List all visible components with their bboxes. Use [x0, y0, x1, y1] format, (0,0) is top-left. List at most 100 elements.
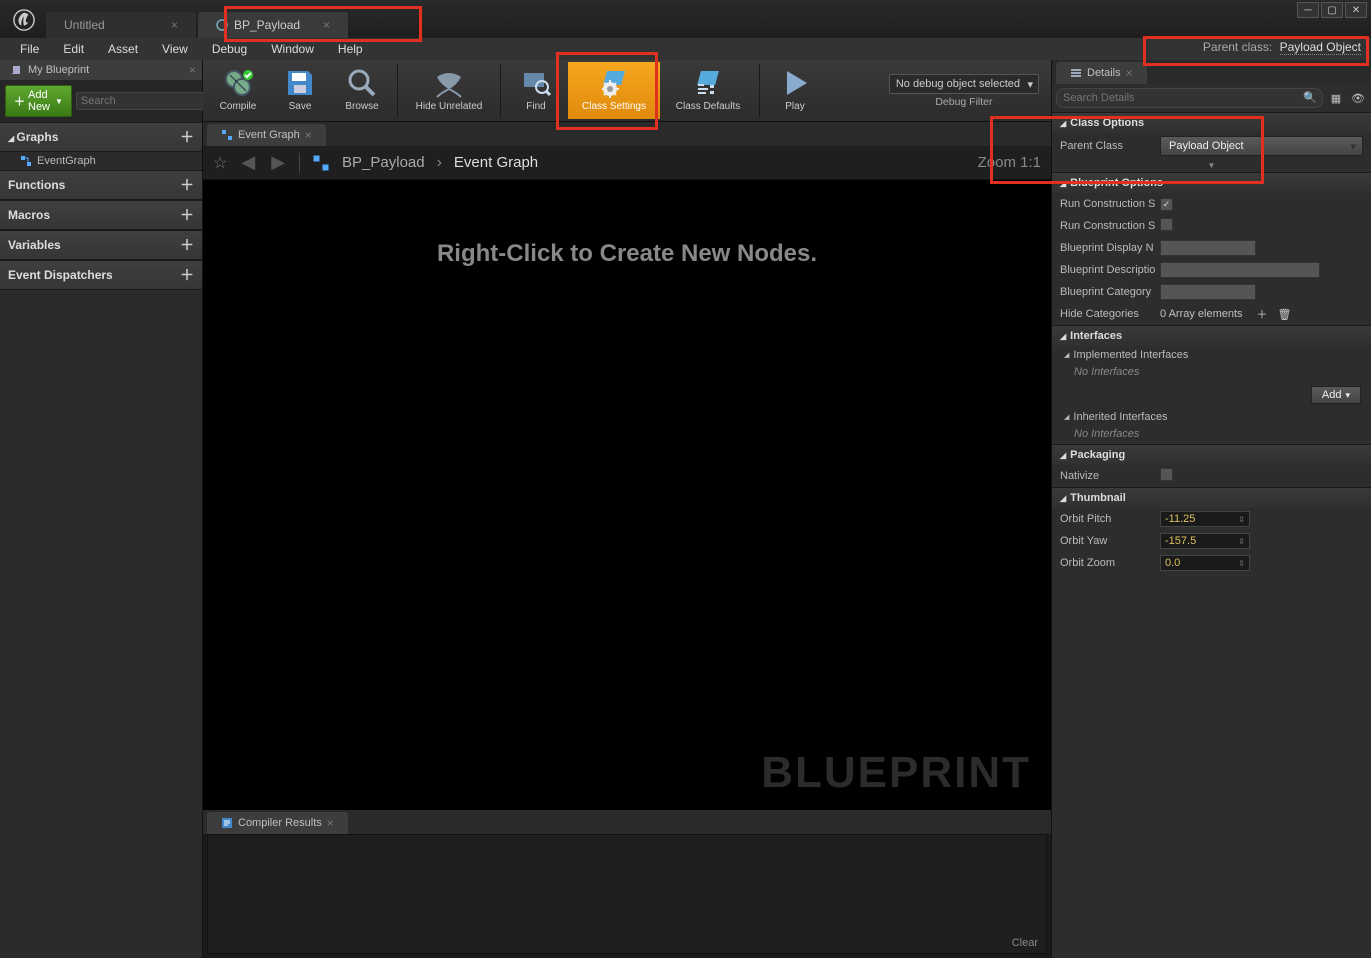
- orbit-yaw-input[interactable]: -157.5⇳: [1160, 533, 1250, 549]
- maximize-button[interactable]: ▢: [1321, 2, 1343, 18]
- add-macro-button[interactable]: ＋: [180, 205, 194, 225]
- display-name-input[interactable]: [1160, 240, 1256, 256]
- details-tab[interactable]: Details ×: [1056, 62, 1147, 84]
- graph-icon: [20, 155, 32, 167]
- panel-title: My Blueprint: [28, 64, 89, 76]
- array-add-button[interactable]: ＋: [1257, 306, 1268, 322]
- details-search-input[interactable]: [1056, 88, 1323, 108]
- window-tab-untitled[interactable]: Untitled ×: [46, 12, 196, 38]
- add-function-button[interactable]: ＋: [180, 175, 194, 195]
- minimize-button[interactable]: ─: [1297, 2, 1319, 18]
- hide-unrelated-icon: [433, 67, 465, 99]
- thumbnail-header[interactable]: ◢Thumbnail: [1052, 487, 1371, 508]
- class-settings-button[interactable]: Class Settings: [568, 62, 660, 119]
- graphs-section[interactable]: ◢ Graphs ＋: [0, 122, 202, 152]
- my-blueprint-tab[interactable]: My Blueprint ×: [0, 60, 202, 80]
- menu-file[interactable]: File: [8, 39, 51, 59]
- eventgraph-item[interactable]: EventGraph: [0, 152, 202, 170]
- play-icon: [779, 67, 811, 99]
- unreal-logo-icon: [12, 8, 36, 32]
- compiler-results-tab[interactable]: Compiler Results ×: [207, 812, 348, 834]
- blueprint-icon: [216, 19, 228, 31]
- center-panel: Compile Save Browse Hide Unrelated Find: [203, 60, 1051, 958]
- nativize-checkbox[interactable]: [1160, 468, 1173, 481]
- menu-window[interactable]: Window: [259, 39, 326, 59]
- no-inherited-interfaces-note: No Interfaces: [1052, 426, 1371, 444]
- run-construction-checkbox-2[interactable]: [1160, 218, 1173, 231]
- event-dispatchers-section[interactable]: Event Dispatchers＋: [0, 260, 202, 290]
- array-clear-button[interactable]: 🗑: [1278, 308, 1292, 321]
- save-icon: [284, 67, 316, 99]
- blueprint-options-header[interactable]: ◢Blueprint Options: [1052, 172, 1371, 193]
- save-button[interactable]: Save: [270, 62, 330, 119]
- interfaces-header[interactable]: ◢Interfaces: [1052, 325, 1371, 346]
- orbit-zoom-label: Orbit Zoom: [1060, 557, 1156, 569]
- close-icon[interactable]: ×: [171, 18, 178, 32]
- hide-categories-value: 0 Array elements: [1160, 308, 1243, 320]
- add-interface-button[interactable]: Add: [1311, 386, 1361, 404]
- run-construction-checkbox-1[interactable]: ✓: [1160, 198, 1173, 211]
- menu-asset[interactable]: Asset: [96, 39, 150, 59]
- functions-section[interactable]: Functions＋: [0, 170, 202, 200]
- description-input[interactable]: [1160, 262, 1320, 278]
- find-button[interactable]: Find: [506, 62, 566, 119]
- breadcrumb-graph[interactable]: Event Graph: [454, 154, 538, 171]
- close-icon[interactable]: ×: [1126, 66, 1133, 80]
- parent-class-link[interactable]: Payload Object: [1280, 40, 1361, 55]
- close-icon[interactable]: ×: [305, 128, 312, 142]
- browse-button[interactable]: Browse: [332, 62, 392, 119]
- expand-arrow[interactable]: ▼: [1052, 159, 1371, 172]
- packaging-header[interactable]: ◢Packaging: [1052, 444, 1371, 465]
- breadcrumb-bp[interactable]: BP_Payload: [342, 154, 425, 171]
- orbit-zoom-input[interactable]: 0.0⇳: [1160, 555, 1250, 571]
- compile-icon: [222, 67, 254, 99]
- add-variable-button[interactable]: ＋: [180, 235, 194, 255]
- favorite-icon[interactable]: ☆: [213, 153, 227, 173]
- add-dispatcher-button[interactable]: ＋: [180, 265, 194, 285]
- eventgraph-label: EventGraph: [37, 155, 96, 167]
- event-graph-tab[interactable]: Event Graph ×: [207, 124, 326, 146]
- compile-button[interactable]: Compile: [208, 62, 268, 119]
- play-button[interactable]: Play: [765, 62, 825, 119]
- property-matrix-icon[interactable]: ▦: [1327, 89, 1345, 107]
- window-controls: ─ ▢ ✕: [1297, 2, 1367, 18]
- no-interfaces-note: No Interfaces: [1052, 364, 1371, 382]
- description-label: Blueprint Descriptio: [1060, 264, 1156, 276]
- window-tab-bp-payload[interactable]: BP_Payload ×: [198, 12, 348, 38]
- nav-forward-button[interactable]: ▶: [269, 152, 287, 173]
- add-graph-button[interactable]: ＋: [180, 127, 194, 147]
- class-defaults-icon: [692, 67, 724, 99]
- add-new-button[interactable]: ＋Add New▼: [5, 85, 72, 117]
- debug-object-select[interactable]: No debug object selected: [889, 74, 1039, 94]
- nav-back-button[interactable]: ◀: [239, 152, 257, 173]
- visibility-icon[interactable]: 👁: [1349, 89, 1367, 107]
- implemented-interfaces-header[interactable]: ◢Implemented Interfaces: [1052, 346, 1371, 364]
- menu-edit[interactable]: Edit: [51, 39, 96, 59]
- class-settings-icon: [598, 67, 630, 99]
- orbit-pitch-label: Orbit Pitch: [1060, 513, 1156, 525]
- menu-help[interactable]: Help: [326, 39, 375, 59]
- compiler-clear-button[interactable]: Clear: [1012, 937, 1038, 949]
- inherited-interfaces-header[interactable]: ◢Inherited Interfaces: [1052, 408, 1371, 426]
- close-icon[interactable]: ×: [323, 18, 330, 32]
- menu-view[interactable]: View: [150, 39, 200, 59]
- class-options-header[interactable]: ◢Class Options: [1052, 112, 1371, 133]
- toolbar: Compile Save Browse Hide Unrelated Find: [203, 60, 1051, 122]
- macros-section[interactable]: Macros＋: [0, 200, 202, 230]
- close-icon[interactable]: ×: [327, 816, 334, 830]
- close-icon[interactable]: ×: [189, 63, 196, 77]
- menu-debug[interactable]: Debug: [200, 39, 259, 59]
- nativize-label: Nativize: [1060, 470, 1156, 482]
- graph-canvas[interactable]: Right-Click to Create New Nodes. BLUEPRI…: [203, 180, 1051, 810]
- zoom-label: Zoom 1:1: [978, 154, 1041, 171]
- category-input[interactable]: [1160, 284, 1256, 300]
- close-button[interactable]: ✕: [1345, 2, 1367, 18]
- class-defaults-button[interactable]: Class Defaults: [662, 62, 754, 119]
- orbit-pitch-input[interactable]: -11.25⇳: [1160, 511, 1250, 527]
- variables-section[interactable]: Variables＋: [0, 230, 202, 260]
- search-icon: 🔍: [1303, 91, 1317, 104]
- parent-class-dropdown[interactable]: Payload Object: [1160, 136, 1363, 156]
- hide-unrelated-button[interactable]: Hide Unrelated: [403, 62, 495, 119]
- breadcrumb: ☆ ◀ ▶ BP_Payload › Event Graph Zoom 1:1: [203, 146, 1051, 180]
- add-new-label: Add New: [28, 89, 50, 113]
